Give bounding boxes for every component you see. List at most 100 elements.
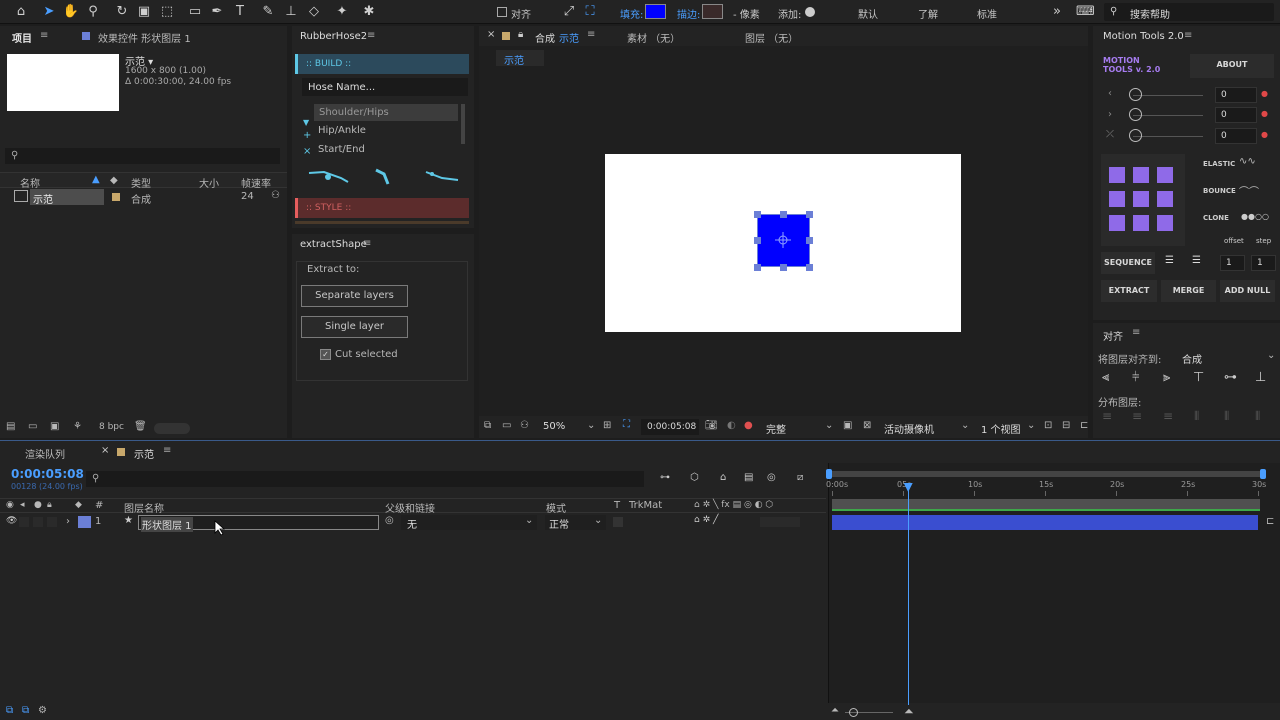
solo-toggle[interactable] — [33, 517, 43, 527]
audio-toggle[interactable] — [19, 517, 29, 527]
dist-hcenter-icon[interactable]: ⦀ — [1224, 409, 1229, 424]
hand-tool-icon[interactable]: ✋ — [62, 3, 80, 21]
zoom-out-icon[interactable]: ⏶ — [831, 705, 839, 716]
snapshot-camera-icon[interactable]: 📷︎ — [705, 420, 718, 431]
step-value[interactable]: 1 — [1251, 255, 1276, 271]
column-parent[interactable]: 父级和链接 — [385, 500, 435, 515]
tab-menu-icon[interactable]: ≡ — [587, 29, 595, 40]
dist-right-icon[interactable]: ⦀ — [1255, 409, 1260, 424]
time-ruler[interactable]: 0:00s 05s 10s 15s 20s 25s 30s — [0, 441, 1280, 501]
region-of-interest-icon[interactable]: ⛶ — [623, 419, 630, 430]
ease-both-keyframe-dot[interactable]: ● — [1261, 130, 1268, 139]
render-bracket-icon[interactable]: ⊏ — [1266, 516, 1274, 527]
anchor-grid-cells[interactable] — [1109, 167, 1173, 233]
hose-type-list[interactable]: Shoulder/Hips Hip/Ankle Start/End — [312, 104, 460, 158]
add-null-button[interactable]: ADD NULL — [1220, 280, 1275, 302]
parent-select[interactable]: 无 ⌄ — [401, 515, 537, 531]
zoom-select[interactable]: 50% — [543, 421, 565, 432]
panel-menu-icon[interactable]: ≡ — [1184, 30, 1192, 41]
layer-label-swatch[interactable] — [78, 516, 91, 528]
align-to-select[interactable]: 合成 — [1182, 351, 1202, 366]
expand-arrow-icon[interactable]: ▼ — [303, 118, 309, 127]
safe-area-icon[interactable]: ⊞ — [603, 420, 611, 431]
layer-name-field[interactable]: 形状图层 1 — [138, 515, 379, 532]
zoom-slider-knob[interactable] — [849, 708, 858, 717]
pen-tool-icon[interactable]: ✒ — [208, 3, 226, 21]
motion-tools-title[interactable]: Motion Tools 2.0 — [1103, 31, 1184, 42]
eraser-tool-icon[interactable]: ◇ — [305, 3, 323, 21]
ease-out-value[interactable]: 0 — [1215, 107, 1257, 123]
align-vcenter-icon[interactable]: ⊶ — [1224, 370, 1237, 385]
close-icon[interactable]: × — [487, 29, 495, 40]
help-search[interactable]: ⚲ 搜索帮助 — [1104, 3, 1274, 21]
align-top-icon[interactable]: ⊤ — [1193, 370, 1204, 385]
transparency-grid-icon[interactable]: ▣ — [843, 420, 852, 431]
comp-breadcrumb[interactable]: 示范 — [496, 50, 544, 67]
ease-in-keyframe-dot[interactable]: ● — [1261, 89, 1268, 98]
cut-selected-label[interactable]: Cut selected — [335, 349, 398, 360]
trash-icon[interactable]: 🗑 — [134, 421, 147, 432]
show-snapshot-icon[interactable]: ◐ — [727, 420, 736, 431]
3d-view-icon[interactable]: ⊠ — [863, 420, 871, 431]
expand-chevron-icon[interactable]: › — [66, 516, 70, 527]
toggle-stretch-icon[interactable]: ⚙ — [38, 705, 47, 716]
thumbnail-toggle[interactable] — [154, 423, 190, 434]
anchor-ml[interactable] — [1109, 191, 1125, 207]
ease-out-slider-knob[interactable] — [1129, 108, 1142, 121]
ease-in-slider-track[interactable] — [1133, 95, 1203, 96]
ease-out-keyframe-dot[interactable]: ● — [1261, 109, 1268, 118]
panel-menu-icon[interactable]: ≡ — [1132, 327, 1140, 338]
layer-duration-bar[interactable] — [832, 515, 1258, 530]
pan-behind-tool-icon[interactable]: ⬚ — [158, 3, 176, 21]
layer-switches-icons[interactable]: ⌂ ✲ ╱ — [694, 515, 718, 525]
layer-tab[interactable]: 图层 （无） — [745, 30, 798, 45]
anchor-tc[interactable] — [1133, 167, 1149, 183]
anchor-br[interactable] — [1157, 215, 1173, 231]
new-hose-button-icon[interactable] — [306, 166, 350, 186]
hose-style-button-icon[interactable] — [422, 166, 462, 186]
fill-label[interactable]: 填充: — [620, 6, 643, 21]
clone-stamp-tool-icon[interactable]: ⊥ — [282, 3, 300, 21]
layer-row[interactable]: 👁︎ › 1 ★ 形状图层 1 ◎ 无 ⌄ 正常 ⌄ ⌂ ✲ ╱ — [0, 514, 826, 536]
workspace-standard[interactable]: 标准 — [977, 6, 997, 21]
snap-checkbox[interactable] — [497, 7, 507, 17]
ease-both-value[interactable]: 0 — [1215, 128, 1257, 144]
list-item-start-end[interactable]: Start/End — [318, 144, 365, 155]
handle-tl[interactable] — [754, 211, 761, 218]
column-layer-name[interactable]: 图层名称 — [124, 500, 164, 515]
workspace-panel-icon[interactable]: ⌨ — [1076, 3, 1095, 21]
pickwhip-icon[interactable]: ◎ — [385, 515, 394, 526]
add-icon[interactable]: + — [303, 130, 311, 141]
lock-toggle[interactable] — [47, 517, 57, 527]
mode-select[interactable]: 正常 ⌄ — [545, 515, 606, 531]
align-hcenter-icon[interactable]: ⫩ — [1132, 370, 1139, 385]
always-preview-icon[interactable]: ⧉ — [484, 420, 491, 431]
anchor-tl[interactable] — [1109, 167, 1125, 183]
interpret-footage-icon[interactable]: ▤ — [6, 421, 15, 432]
selection-tool-icon[interactable]: ➤ — [40, 3, 58, 21]
more-workspaces-icon[interactable]: » — [1048, 3, 1066, 21]
column-fps[interactable]: 帧速率 — [241, 175, 271, 190]
align-title[interactable]: 对齐 — [1103, 328, 1123, 343]
project-search[interactable]: ⚲ — [5, 148, 280, 164]
bpc-label[interactable]: 8 bpc — [99, 422, 124, 432]
ease-both-slider-track[interactable] — [1133, 136, 1203, 137]
comp-tab-name[interactable]: 示范 — [559, 30, 579, 45]
new-comp-icon[interactable]: ▣ — [50, 421, 59, 432]
lock-icon[interactable]: 🔒︎ — [518, 29, 523, 40]
hose-controls-button-icon[interactable] — [372, 166, 396, 188]
merge-button[interactable]: MERGE — [1161, 280, 1216, 302]
resolution-select[interactable]: 完整 — [766, 421, 786, 436]
camera-select[interactable]: 活动摄像机 — [884, 421, 934, 436]
elastic-button[interactable]: ELASTIC ∿∿ — [1197, 156, 1277, 174]
column-name[interactable]: 名称 — [20, 175, 40, 190]
new-folder-icon[interactable]: ▭ — [28, 421, 37, 432]
extract-button[interactable]: EXTRACT — [1101, 280, 1157, 302]
zoom-in-icon[interactable]: ⏶ — [904, 704, 914, 719]
cut-selected-checkbox[interactable]: ✓ — [320, 349, 331, 360]
ease-in-value[interactable]: 0 — [1215, 87, 1257, 103]
toggle-layer-switches-icon[interactable]: ⧉ — [6, 705, 13, 716]
footage-tab[interactable]: 素材 （无） — [627, 30, 680, 45]
overflow-icon[interactable]: ⊏ — [1080, 420, 1088, 431]
align-left-icon[interactable]: ⫷ — [1102, 370, 1109, 385]
